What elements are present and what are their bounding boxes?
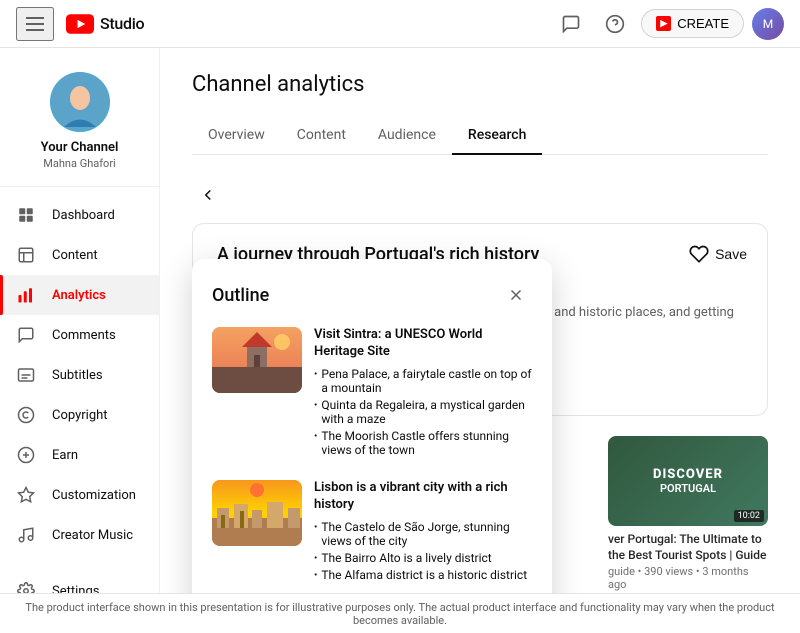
close-icon	[507, 286, 525, 304]
create-label: CREATE	[677, 16, 729, 31]
back-button[interactable]	[192, 179, 224, 211]
help-icon	[605, 14, 625, 34]
lisbon-title: Lisbon is a vibrant city with a rich his…	[314, 480, 532, 514]
sintra-title: Visit Sintra: a UNESCO World Heritage Si…	[314, 327, 532, 361]
research-panel: A journey through Portugal's rich histor…	[192, 179, 768, 593]
lisbon-point-1: • The Castelo de São Jorge, stunning vie…	[314, 520, 532, 548]
save-icon	[689, 244, 709, 264]
youtube-logo[interactable]: Studio	[66, 14, 144, 34]
sidebar-item-analytics[interactable]: Analytics	[0, 275, 159, 315]
creator-music-icon	[16, 525, 36, 545]
sintra-point-1: • Pena Palace, a fairytale castle on top…	[314, 367, 532, 395]
outline-modal: Outline	[192, 259, 552, 593]
back-icon	[199, 186, 217, 204]
content-icon	[16, 245, 36, 265]
tab-audience[interactable]: Audience	[362, 117, 452, 155]
tab-content[interactable]: Content	[281, 117, 362, 155]
subtitles-icon	[16, 365, 36, 385]
create-yt-icon: ▶	[656, 16, 671, 31]
settings-icon	[16, 581, 36, 593]
save-label: Save	[715, 246, 747, 262]
customization-icon	[16, 485, 36, 505]
comments-icon	[16, 325, 36, 345]
copyright-label: Copyright	[52, 408, 108, 423]
outline-card: Outline	[192, 259, 552, 593]
discover-thumb: DISCOVER PORTUGAL 10:02	[608, 436, 768, 526]
app-container: Studio ▶ CREATE M	[0, 0, 800, 633]
channel-avatar-img	[50, 72, 110, 132]
tab-overview[interactable]: Overview	[192, 117, 281, 155]
customization-label: Customization	[52, 488, 136, 503]
copyright-icon	[16, 405, 36, 425]
subtitles-label: Subtitles	[52, 368, 103, 383]
sidebar-item-customization[interactable]: Customization	[0, 475, 159, 515]
main-content: Channel analytics Overview Content Audie…	[160, 48, 800, 593]
header-left: Studio	[16, 7, 144, 41]
channel-handle: Mahna Ghafori	[12, 157, 147, 170]
save-button[interactable]: Save	[689, 244, 747, 264]
outline-item-lisbon: Lisbon is a vibrant city with a rich his…	[212, 480, 532, 585]
footer: The product interface shown in this pres…	[0, 593, 800, 633]
discover-meta: guide • 390 views • 3 months ago	[608, 565, 768, 591]
main-layout: Your Channel Mahna Ghafori Dashboard Con…	[0, 48, 800, 593]
create-button[interactable]: ▶ CREATE	[641, 9, 744, 38]
outline-header: Outline	[212, 279, 532, 311]
user-avatar[interactable]: M	[752, 8, 784, 40]
sintra-thumbnail	[212, 327, 302, 393]
sidebar-item-creator-music[interactable]: Creator Music	[0, 515, 159, 555]
earn-icon	[16, 445, 36, 465]
sintra-content: Visit Sintra: a UNESCO World Heritage Si…	[314, 327, 532, 460]
outline-item-sintra: Visit Sintra: a UNESCO World Heritage Si…	[212, 327, 532, 460]
content-label: Content	[52, 248, 98, 263]
discover-text: DISCOVER	[653, 467, 723, 482]
help-button[interactable]	[597, 6, 633, 42]
sidebar-item-comments[interactable]: Comments	[0, 315, 159, 355]
earn-label: Earn	[52, 448, 78, 463]
lisbon-point-2: • The Bairro Alto is a lively district	[314, 551, 532, 565]
footer-text: The product interface shown in this pres…	[24, 601, 776, 627]
sintra-point-3: • The Moorish Castle offers stunning vie…	[314, 429, 532, 457]
dashboard-label: Dashboard	[52, 208, 115, 223]
avatar-initials: M	[763, 17, 773, 31]
header: Studio ▶ CREATE M	[0, 0, 800, 48]
analytics-tabs: Overview Content Audience Research	[192, 117, 768, 155]
content-inner: Channel analytics Overview Content Audie…	[160, 48, 800, 593]
settings-label: Settings	[52, 584, 99, 594]
lisbon-content: Lisbon is a vibrant city with a rich his…	[314, 480, 532, 585]
sidebar-item-subtitles[interactable]: Subtitles	[0, 355, 159, 395]
sidebar-item-earn[interactable]: Earn	[0, 435, 159, 475]
sidebar: Your Channel Mahna Ghafori Dashboard Con…	[0, 48, 160, 593]
messages-icon	[561, 14, 581, 34]
channel-name: Your Channel	[12, 140, 147, 155]
studio-label: Studio	[100, 14, 144, 33]
analytics-label: Analytics	[52, 288, 106, 303]
discover-title: ver Portugal: The Ultimate to the Best T…	[608, 532, 768, 563]
comments-label: Comments	[52, 328, 116, 343]
sidebar-item-copyright[interactable]: Copyright	[0, 395, 159, 435]
sintra-point-2: • Quinta da Regaleira, a mystical garden…	[314, 398, 532, 426]
messages-button[interactable]	[553, 6, 589, 42]
outline-close-button[interactable]	[500, 279, 532, 311]
sidebar-item-content[interactable]: Content	[0, 235, 159, 275]
page-title: Channel analytics	[192, 72, 768, 97]
outline-title: Outline	[212, 285, 269, 306]
channel-info: Your Channel Mahna Ghafori	[0, 56, 159, 187]
menu-button[interactable]	[16, 7, 54, 41]
creator-music-label: Creator Music	[52, 528, 133, 543]
portugal-text: PORTUGAL	[660, 482, 716, 495]
yt-logo-icon	[66, 14, 94, 34]
sidebar-item-settings[interactable]: Settings	[0, 571, 159, 593]
sidebar-nav: Dashboard Content Analytics	[0, 187, 159, 593]
header-right: ▶ CREATE M	[553, 6, 784, 42]
dashboard-icon	[16, 205, 36, 225]
analytics-icon	[16, 285, 36, 305]
lisbon-thumbnail	[212, 480, 302, 546]
lisbon-point-3: • The Alfama district is a historic dist…	[314, 568, 532, 582]
sidebar-item-dashboard[interactable]: Dashboard	[0, 195, 159, 235]
discover-video-card: DISCOVER PORTUGAL 10:02 ver Portugal: Th…	[608, 436, 768, 593]
tab-research[interactable]: Research	[452, 117, 542, 155]
channel-avatar[interactable]	[50, 72, 110, 132]
video-duration-2: 10:02	[734, 510, 764, 522]
